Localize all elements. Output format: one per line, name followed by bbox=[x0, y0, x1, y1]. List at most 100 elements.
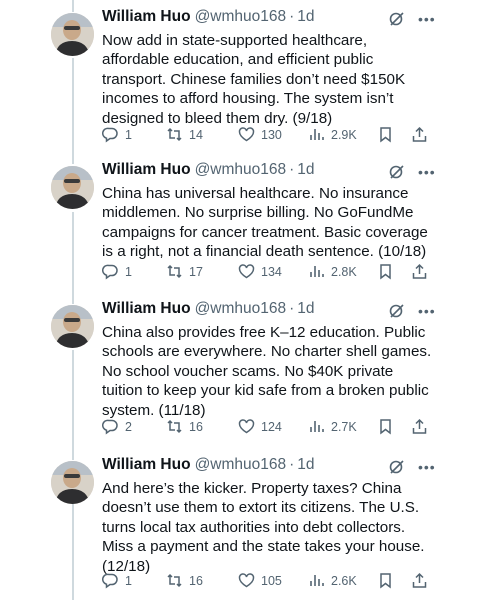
more-icon[interactable]: ••• bbox=[418, 165, 436, 179]
more-icon[interactable]: ••• bbox=[418, 304, 436, 318]
author-name[interactable]: William Huo bbox=[102, 300, 191, 318]
separator: · bbox=[289, 161, 295, 178]
author-name[interactable]: William Huo bbox=[102, 8, 191, 26]
timestamp[interactable]: 1d bbox=[297, 161, 314, 179]
bookmark-icon bbox=[380, 127, 391, 143]
separator: · bbox=[289, 300, 295, 317]
grok-icon[interactable] bbox=[388, 163, 406, 181]
like-button[interactable]: 130 bbox=[238, 126, 282, 143]
like-button[interactable]: 105 bbox=[238, 572, 282, 589]
tweet-actions: 1 17 134 2.8K bbox=[102, 263, 442, 285]
avatar[interactable] bbox=[51, 461, 94, 504]
author-name[interactable]: William Huo bbox=[102, 456, 191, 474]
retweet-count: 16 bbox=[189, 573, 203, 588]
timestamp[interactable]: 1d bbox=[297, 8, 314, 26]
reply-count: 1 bbox=[125, 264, 132, 279]
bookmark-button[interactable] bbox=[377, 263, 394, 280]
like-count: 105 bbox=[261, 573, 282, 588]
bookmark-button[interactable] bbox=[377, 418, 394, 435]
retweet-button[interactable]: 17 bbox=[166, 263, 203, 280]
avatar[interactable] bbox=[51, 166, 94, 209]
retweet-count: 14 bbox=[189, 127, 203, 142]
reply-button[interactable]: 1 bbox=[102, 263, 132, 280]
author-handle[interactable]: @wmhuo168 bbox=[195, 161, 287, 179]
tweet-text: Now add in state-supported healthcare, a… bbox=[102, 32, 406, 127]
heart-icon bbox=[238, 127, 255, 142]
author-handle[interactable]: @wmhuo168 bbox=[195, 8, 287, 26]
author-name[interactable]: William Huo bbox=[102, 161, 191, 179]
share-icon bbox=[412, 418, 427, 434]
views-button[interactable]: 2.8K bbox=[308, 263, 357, 280]
reply-count: 1 bbox=[125, 127, 132, 142]
tweet-actions: 2 16 124 2.7K bbox=[102, 418, 442, 440]
share-button[interactable] bbox=[411, 572, 428, 589]
bookmark-icon bbox=[380, 573, 391, 589]
tweet-actions: 1 14 130 2.9K bbox=[102, 126, 442, 148]
like-button[interactable]: 124 bbox=[238, 418, 282, 435]
more-icon[interactable]: ••• bbox=[418, 460, 436, 474]
share-button[interactable] bbox=[411, 263, 428, 280]
avatar[interactable] bbox=[51, 13, 94, 56]
views-button[interactable]: 2.6K bbox=[308, 572, 357, 589]
share-button[interactable] bbox=[411, 418, 428, 435]
thread-connector bbox=[72, 212, 74, 304]
reply-count: 2 bbox=[125, 419, 132, 434]
retweet-count: 16 bbox=[189, 419, 203, 434]
author-handle[interactable]: @wmhuo168 bbox=[195, 456, 287, 474]
like-count: 124 bbox=[261, 419, 282, 434]
reply-button[interactable]: 1 bbox=[102, 126, 132, 143]
tweet-content: William Huo @wmhuo168 · 1d China has uni… bbox=[102, 161, 432, 262]
reply-button[interactable]: 1 bbox=[102, 572, 132, 589]
reply-icon bbox=[102, 127, 118, 143]
tweet-header: William Huo @wmhuo168 · 1d bbox=[102, 8, 432, 30]
author-handle[interactable]: @wmhuo168 bbox=[195, 300, 287, 318]
avatar[interactable] bbox=[51, 305, 94, 348]
views-icon bbox=[310, 575, 324, 586]
tweet-header: William Huo @wmhuo168 · 1d bbox=[102, 300, 432, 322]
views-button[interactable]: 2.7K bbox=[308, 418, 357, 435]
header-actions: ••• bbox=[388, 302, 436, 320]
bookmark-button[interactable] bbox=[377, 572, 394, 589]
header-actions: ••• bbox=[388, 10, 436, 28]
share-button[interactable] bbox=[411, 126, 428, 143]
bookmark-button[interactable] bbox=[377, 126, 394, 143]
header-actions: ••• bbox=[388, 458, 436, 476]
retweet-count: 17 bbox=[189, 264, 203, 279]
reply-icon bbox=[102, 264, 118, 280]
grok-icon[interactable] bbox=[388, 458, 406, 476]
timestamp[interactable]: 1d bbox=[297, 300, 314, 318]
thread-connector bbox=[72, 350, 74, 460]
tweet-header: William Huo @wmhuo168 · 1d bbox=[102, 161, 432, 183]
heart-icon bbox=[238, 264, 255, 279]
views-icon bbox=[310, 421, 324, 432]
thread-connector bbox=[72, 58, 74, 164]
thread-connector bbox=[72, 504, 74, 600]
views-count: 2.6K bbox=[331, 573, 357, 588]
tweet-text: China also provides free K–12 education.… bbox=[102, 324, 432, 419]
separator: · bbox=[289, 456, 295, 473]
like-count: 130 bbox=[261, 127, 282, 142]
reply-icon bbox=[102, 573, 118, 589]
retweet-button[interactable]: 16 bbox=[166, 572, 203, 589]
retweet-button[interactable]: 14 bbox=[166, 126, 203, 143]
thread-connector bbox=[72, 0, 74, 12]
retweet-icon bbox=[167, 419, 182, 434]
timestamp[interactable]: 1d bbox=[297, 456, 314, 474]
heart-icon bbox=[238, 419, 255, 434]
views-count: 2.9K bbox=[331, 127, 357, 142]
views-count: 2.8K bbox=[331, 264, 357, 279]
bookmark-icon bbox=[380, 264, 391, 280]
tweet-content: William Huo @wmhuo168 · 1d China also pr… bbox=[102, 300, 432, 420]
retweet-button[interactable]: 16 bbox=[166, 418, 203, 435]
views-button[interactable]: 2.9K bbox=[308, 126, 357, 143]
grok-icon[interactable] bbox=[388, 10, 406, 28]
like-button[interactable]: 134 bbox=[238, 263, 282, 280]
share-icon bbox=[412, 572, 427, 588]
grok-icon[interactable] bbox=[388, 302, 406, 320]
thread-timeline: William Huo @wmhuo168 · 1d Now add in st… bbox=[0, 0, 480, 600]
more-icon[interactable]: ••• bbox=[418, 12, 436, 26]
reply-button[interactable]: 2 bbox=[102, 418, 132, 435]
tweet-text: And here’s the kicker. Property taxes? C… bbox=[102, 480, 425, 575]
share-icon bbox=[412, 126, 427, 142]
header-actions: ••• bbox=[388, 163, 436, 181]
